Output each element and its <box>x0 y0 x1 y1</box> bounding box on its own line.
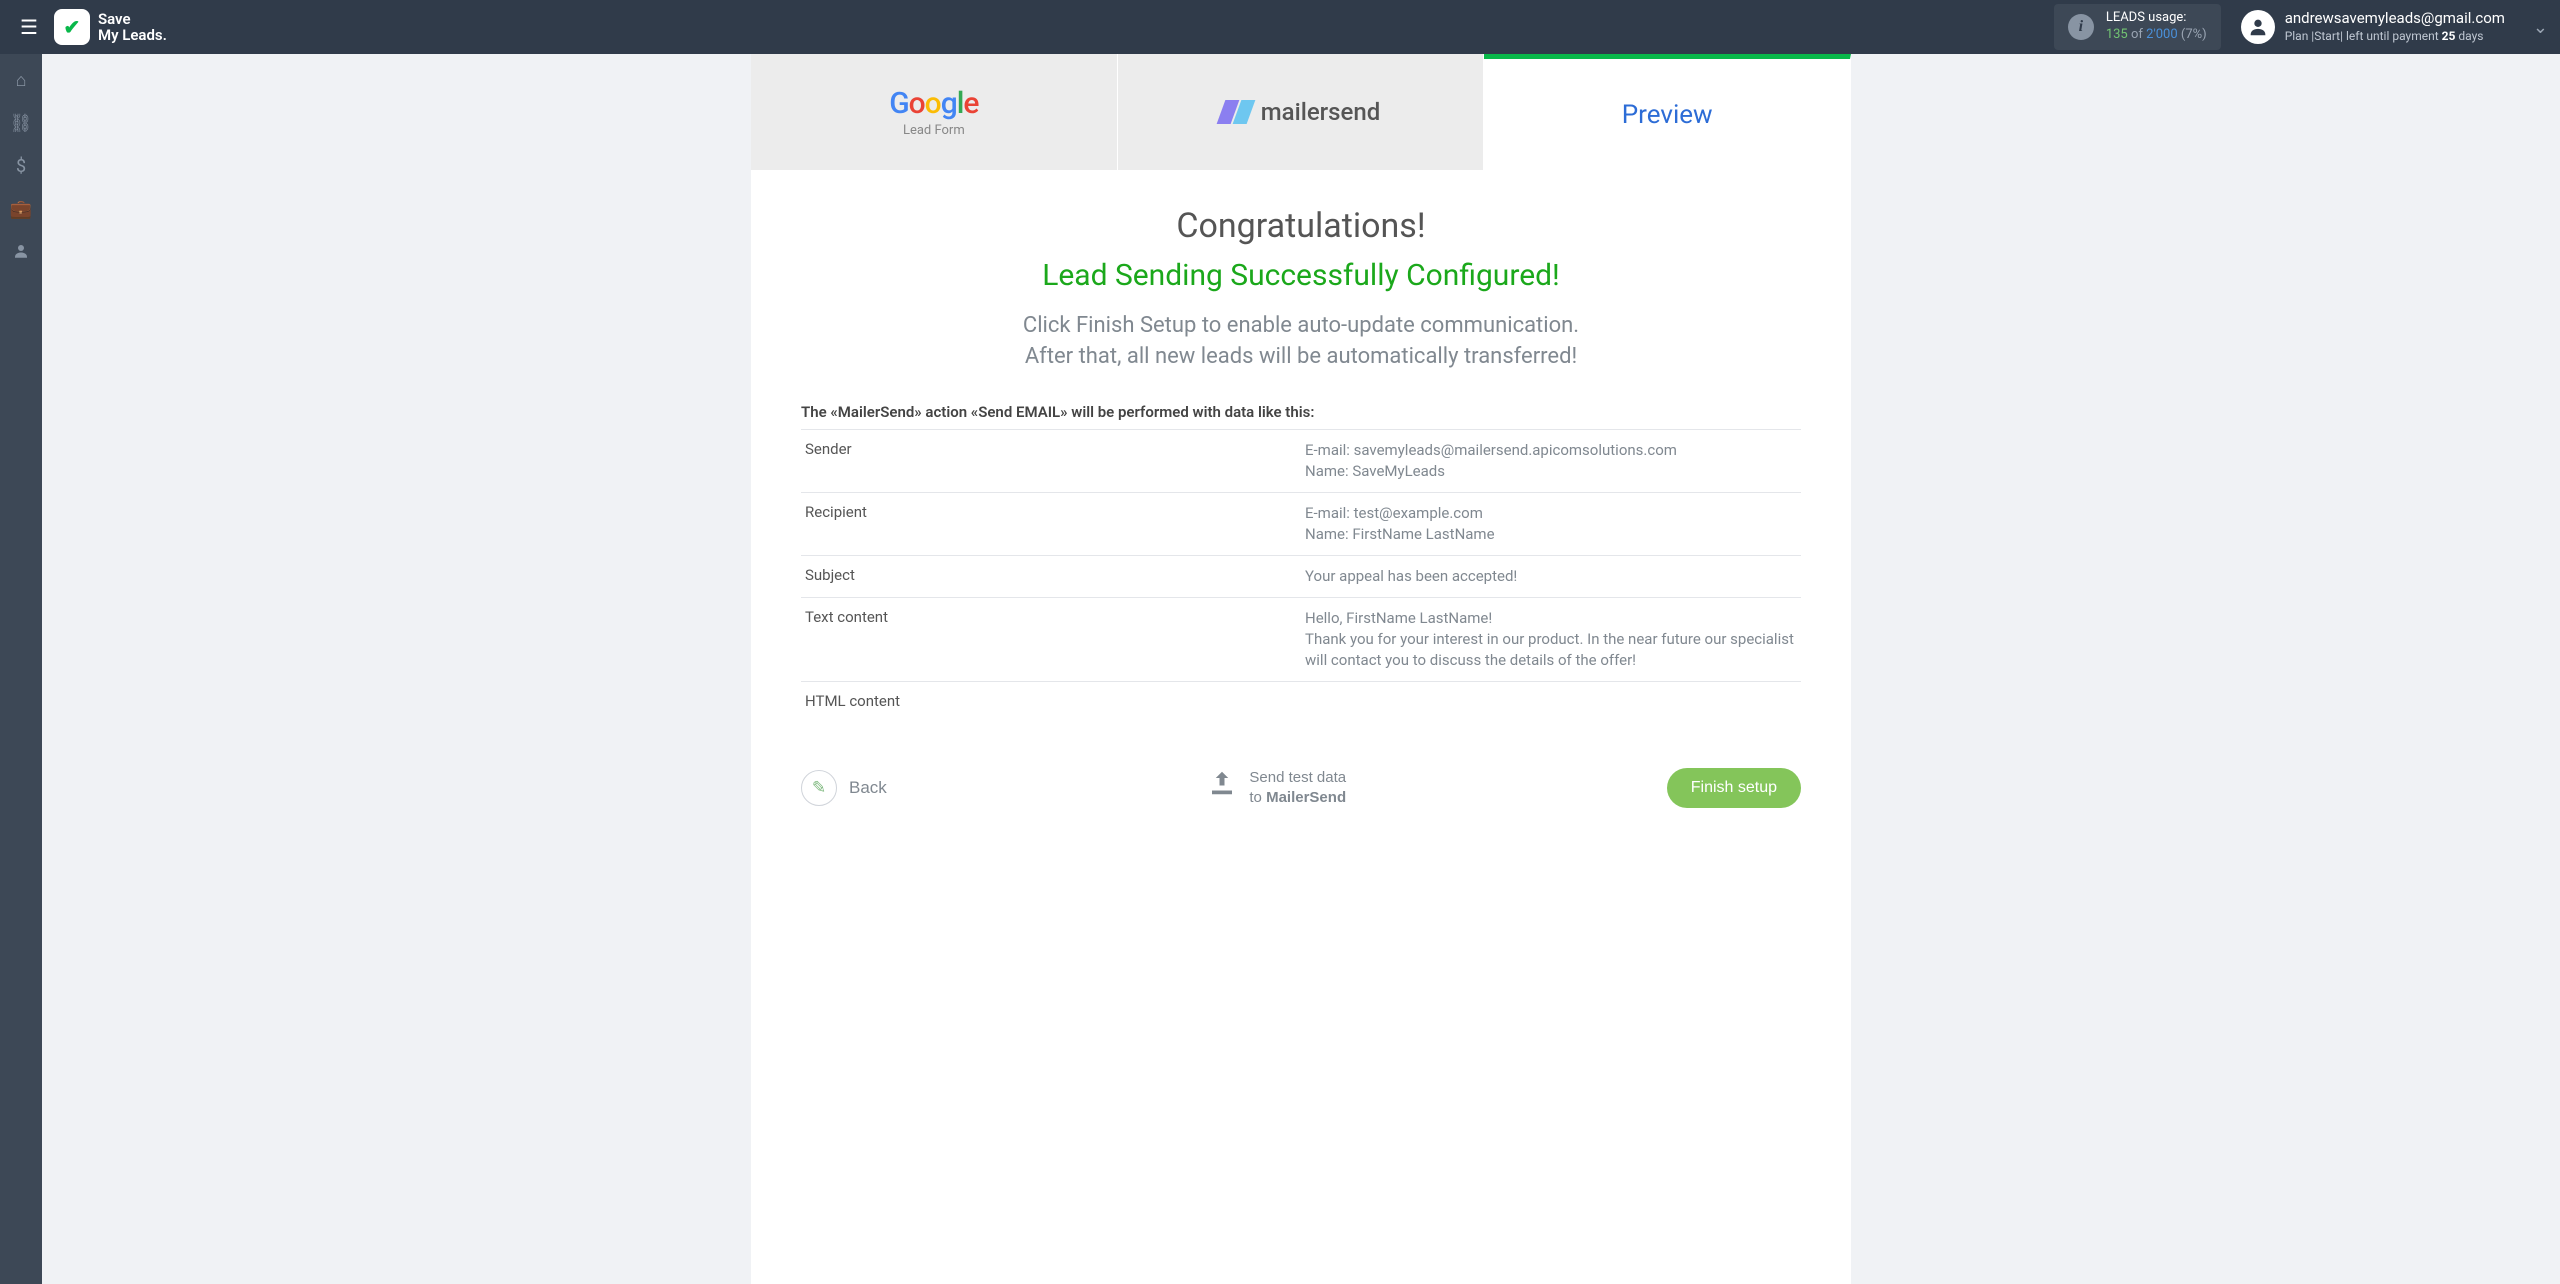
flow-icon[interactable]: ⛓ <box>10 113 33 134</box>
leads-usage-box: i LEADS usage: 135 of 2'000 (7%) <box>2054 4 2221 50</box>
send-test-button[interactable]: Send test data to MailerSend <box>1207 768 1346 807</box>
user-info: andrewsavemyleads@gmail.com Plan |Start|… <box>2285 9 2505 44</box>
data-preview-table: SenderE-mail: savemyleads@mailersend.api… <box>801 429 1801 720</box>
tab-mailersend[interactable]: mailersend <box>1118 54 1485 170</box>
menu-button[interactable]: ☰ <box>12 7 46 48</box>
menu-icon: ☰ <box>20 17 38 39</box>
mailersend-icon <box>1221 100 1251 124</box>
tab-google-lead-form[interactable]: Google Lead Form <box>751 54 1118 170</box>
table-row: RecipientE-mail: test@example.com Name: … <box>801 492 1801 555</box>
dollar-icon[interactable]: $ <box>16 156 26 177</box>
app-header: ☰ ✔ Save My Leads. i LEADS usage: 135 of… <box>0 0 2560 54</box>
config-card: Google Lead Form mailersend Preview <box>751 54 1851 1284</box>
briefcase-icon[interactable]: 💼 <box>10 199 32 220</box>
sidebar: ⌂ ⛓ $ 💼 <box>0 54 42 1284</box>
row-label: Subject <box>801 555 1301 597</box>
success-message: Lead Sending Successfully Configured! <box>801 258 1801 293</box>
instruction-line2: After that, all new leads will be automa… <box>801 342 1801 373</box>
user-icon[interactable] <box>12 242 30 265</box>
back-label: Back <box>849 778 887 798</box>
send-test-label: Send test data to MailerSend <box>1249 768 1346 807</box>
upload-icon <box>1207 768 1237 807</box>
back-button[interactable]: ✎ Back <box>801 770 887 806</box>
usage-label: LEADS usage: <box>2106 10 2207 27</box>
brand-name: Save My Leads. <box>98 11 167 44</box>
brand-logo[interactable]: ✔ Save My Leads. <box>54 9 167 45</box>
avatar-icon <box>2241 10 2275 44</box>
row-value: E-mail: test@example.com Name: FirstName… <box>1301 492 1801 555</box>
table-row: Text contentHello, FirstName LastName! T… <box>801 597 1801 681</box>
step-tabs: Google Lead Form mailersend Preview <box>751 54 1851 170</box>
row-label: Text content <box>801 597 1301 681</box>
google-sub-label: Lead Form <box>903 123 965 138</box>
row-label: HTML content <box>801 681 1301 720</box>
user-menu[interactable]: andrewsavemyleads@gmail.com Plan |Start|… <box>2241 9 2505 44</box>
google-logo: Google <box>889 86 978 121</box>
row-label: Recipient <box>801 492 1301 555</box>
home-icon[interactable]: ⌂ <box>16 70 27 91</box>
row-value: Your appeal has been accepted! <box>1301 555 1801 597</box>
info-icon: i <box>2068 14 2094 40</box>
usage-values: 135 of 2'000 (7%) <box>2106 27 2207 44</box>
tab-preview[interactable]: Preview <box>1484 54 1851 170</box>
congrats-heading: Congratulations! <box>801 206 1801 246</box>
table-row: HTML content <box>801 681 1801 720</box>
row-label: Sender <box>801 429 1301 492</box>
instruction-line1: Click Finish Setup to enable auto-update… <box>801 311 1801 342</box>
table-row: SenderE-mail: savemyleads@mailersend.api… <box>801 429 1801 492</box>
finish-setup-button[interactable]: Finish setup <box>1667 768 1801 808</box>
table-row: SubjectYour appeal has been accepted! <box>801 555 1801 597</box>
row-value: E-mail: savemyleads@mailersend.apicomsol… <box>1301 429 1801 492</box>
logo-icon: ✔ <box>54 9 90 45</box>
mailersend-label: mailersend <box>1261 98 1381 126</box>
row-value: Hello, FirstName LastName! Thank you for… <box>1301 597 1801 681</box>
pencil-icon: ✎ <box>801 770 837 806</box>
chevron-down-icon[interactable]: ⌄ <box>2533 17 2548 38</box>
check-icon: ✔ <box>64 15 81 39</box>
data-intro-text: The «MailerSend» action «Send EMAIL» wil… <box>801 403 1801 421</box>
preview-label: Preview <box>1622 100 1713 130</box>
row-value <box>1301 681 1801 720</box>
